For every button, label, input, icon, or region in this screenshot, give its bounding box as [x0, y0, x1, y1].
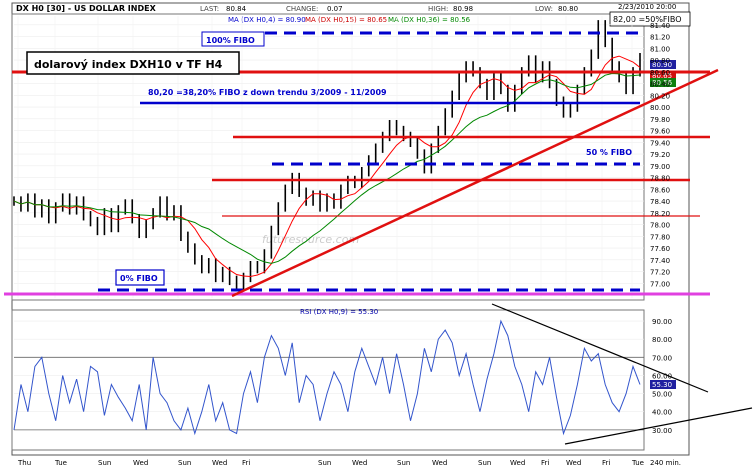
fibo-382-label: 80,20 =38,20% FIBO z down trendu 3/2009 …: [148, 88, 387, 97]
x-tick-label: Sun: [397, 459, 410, 467]
price-tick-label: 81.40: [650, 22, 670, 30]
x-tick-label: Wed: [510, 459, 525, 467]
price-tick-label: 80.80: [650, 57, 670, 65]
price-tick-label: 79.20: [650, 151, 670, 159]
chart-container: DX H0 [30] - US DOLLAR INDEX LAST: 80.84…: [0, 0, 754, 471]
x-tick-label: Wed: [212, 459, 227, 467]
rsi-tick-label: 30.00: [652, 427, 672, 435]
rsi-tick-label: 40.00: [652, 409, 672, 417]
price-tick-label: 78.60: [650, 186, 670, 194]
fibo-50-label: 50 % FIBO: [586, 148, 632, 157]
change-value: 0.07: [327, 5, 343, 13]
x-tick-label: Sun: [178, 459, 191, 467]
x-tick-label: Fri: [541, 459, 549, 467]
x-tick-label: Sun: [478, 459, 491, 467]
x-tick-label: Fri: [602, 459, 610, 467]
price-tick-label: 80.60: [650, 69, 670, 77]
last-value: 80.84: [226, 5, 247, 13]
fibo-100-label: 100% FIBO: [206, 36, 255, 45]
rsi-tick-label: 80.00: [652, 336, 672, 344]
rsi-title: RSI (DX H0,9) = 55.30: [300, 308, 378, 316]
x-tick-label: Fri: [242, 459, 250, 467]
low-label: LOW:: [535, 5, 553, 13]
ma36-legend: MA (DX H0,36) = 80.56: [388, 16, 471, 24]
x-tick-label: Wed: [352, 459, 367, 467]
ma15-legend: MA (DX H0,15) = 80.65: [305, 16, 387, 24]
price-tick-label: 80.00: [650, 104, 670, 112]
x-tick-label: Tue: [631, 459, 644, 467]
price-tick-label: 81.00: [650, 45, 670, 53]
ma-legend: MA (DX H0,4) = 80.90 MA (DX H0,15) = 80.…: [228, 16, 471, 24]
chart-svg: DX H0 [30] - US DOLLAR INDEX LAST: 80.84…: [4, 2, 753, 467]
x-tick-label: Wed: [133, 459, 148, 467]
price-tick-label: 77.00: [650, 280, 670, 288]
fibo-0-label: 0% FIBO: [120, 274, 158, 283]
x-tick-label: Sun: [318, 459, 331, 467]
x-tick-label: Wed: [566, 459, 581, 467]
x-tick-label: Wed: [432, 459, 447, 467]
price-tick-label: 78.20: [650, 210, 670, 218]
title-box-label: dolarový index DXH10 v TF H4: [34, 58, 223, 71]
price-tick-label: 79.80: [650, 116, 670, 124]
price-tick-label: 81.20: [650, 34, 670, 42]
price-tick-label: 77.20: [650, 269, 670, 277]
ma4-legend: MA (DX H0,4) = 80.90: [228, 16, 306, 24]
change-label: CHANGE:: [286, 5, 318, 13]
rsi-tick-label: 50.00: [652, 391, 672, 399]
fibo-top-label: 82,00 =50%FIBO: [613, 15, 682, 24]
price-tick-label: 78.00: [650, 222, 670, 230]
x-tick-label: 240 min.: [650, 459, 681, 467]
rsi-panel-frame: [11, 309, 645, 451]
rsi-tick-label: 70.00: [652, 354, 672, 362]
price-tick-label: 80.20: [650, 92, 670, 100]
price-tick-label: 77.80: [650, 233, 670, 241]
low-value: 80.80: [558, 5, 578, 13]
high-value: 80.98: [453, 5, 473, 13]
price-tick-label: 77.40: [650, 257, 670, 265]
price-tick-label: 78.40: [650, 198, 670, 206]
price-tick-label: 77.60: [650, 245, 670, 253]
datetime: 2/23/2010 20:00: [618, 3, 676, 11]
x-tick-label: Thu: [17, 459, 31, 467]
symbol-title: DX H0 [30] - US DOLLAR INDEX: [16, 4, 157, 13]
rsi-tick-label: 90.00: [652, 318, 672, 326]
last-label: LAST:: [200, 5, 219, 13]
price-tick-label: 80.40: [650, 81, 670, 89]
high-label: HIGH:: [428, 5, 448, 13]
rsi-badge-text: 55.30: [652, 381, 672, 389]
x-tick-label: Sun: [98, 459, 111, 467]
x-tick-label: Tue: [54, 459, 67, 467]
price-tick-label: 79.40: [650, 139, 670, 147]
price-tick-label: 78.80: [650, 175, 670, 183]
price-tick-label: 79.60: [650, 128, 670, 136]
rsi-tick-label: 60.00: [652, 372, 672, 380]
price-tick-label: 79.00: [650, 163, 670, 171]
